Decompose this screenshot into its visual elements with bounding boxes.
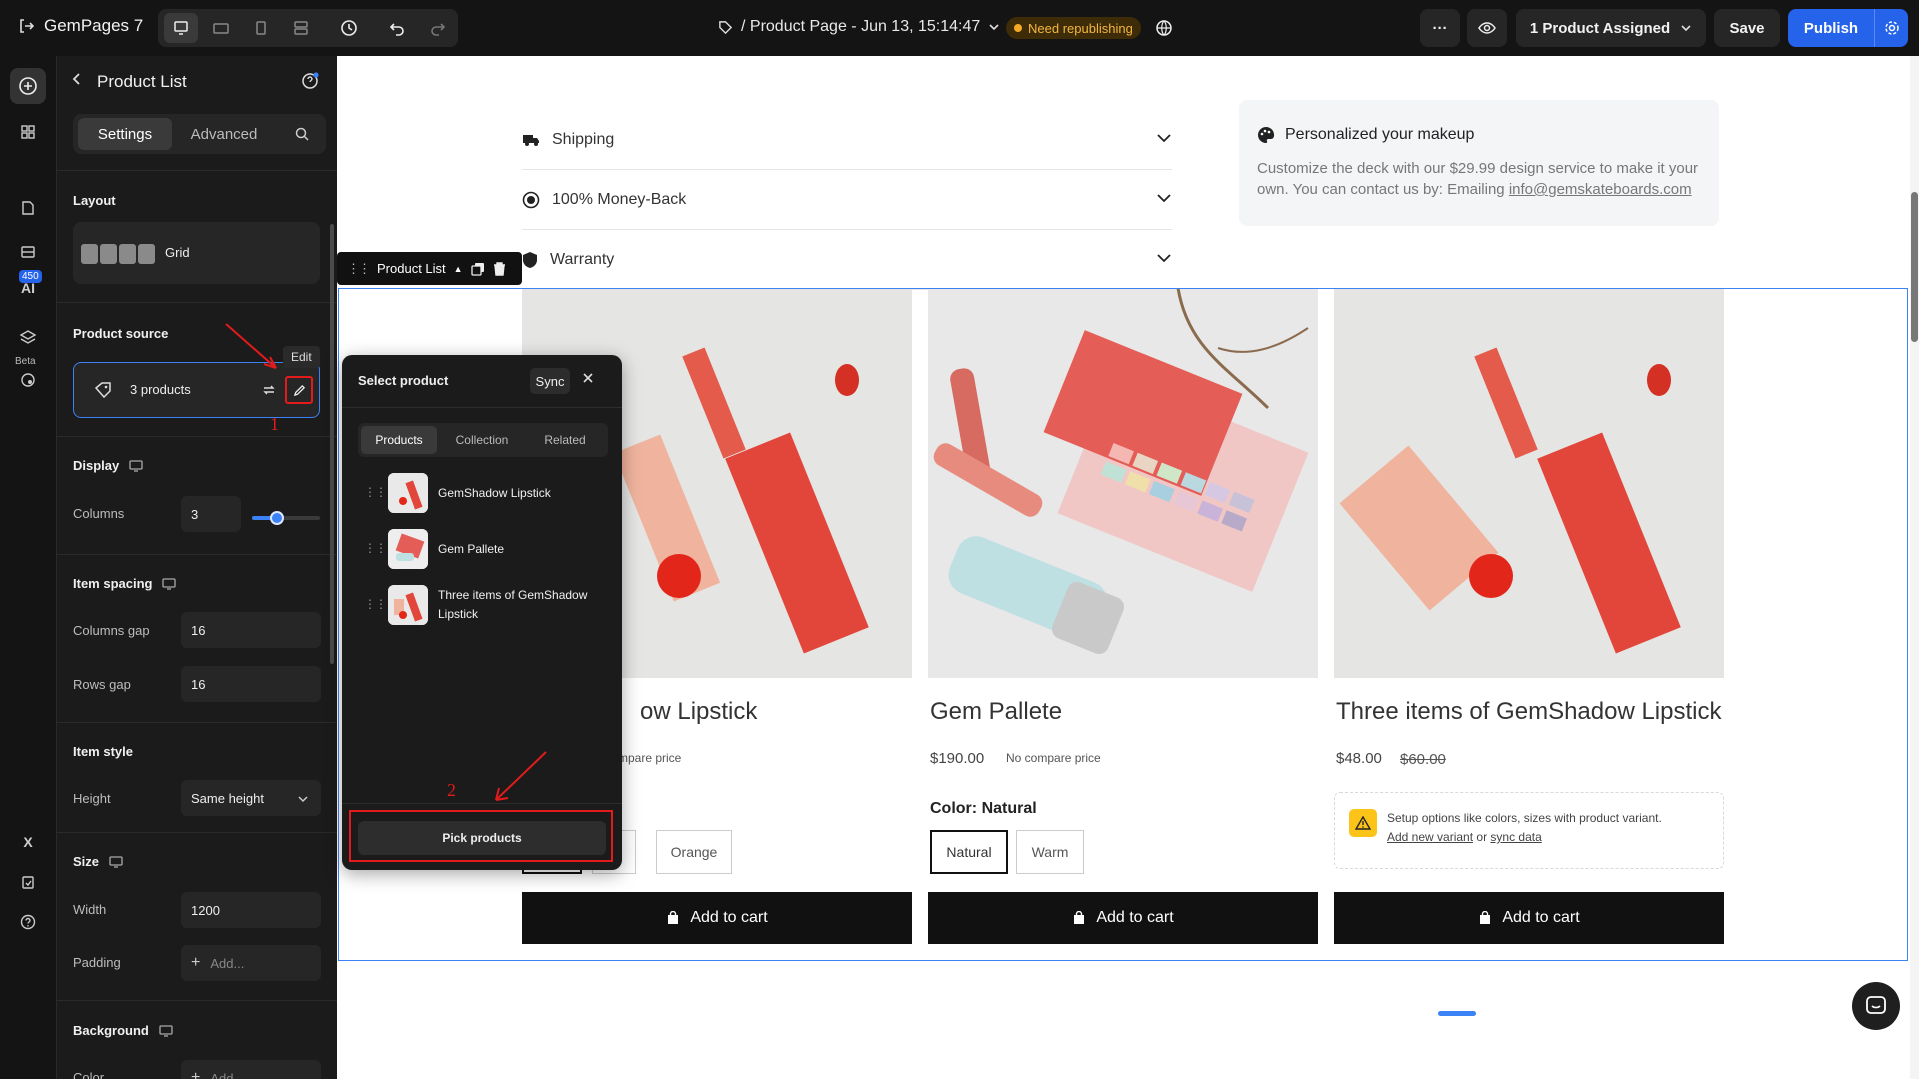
annotation-arrow-2 [495,751,547,801]
annotation-arrow-1 [225,323,277,369]
annotation-box-2 [349,810,613,862]
annotation-overlay [225,323,547,801]
chat-icon [1866,996,1886,1014]
scrollbar-thumb[interactable] [1911,192,1918,342]
chat-button[interactable] [1852,982,1900,1030]
canvas-scrollbar[interactable] [1910,56,1919,1079]
annotation-label-2: 2 [447,780,456,800]
gempages-editor: GemPages 7 / Product Page - Jun 13, 15:1… [0,0,1919,1079]
annotation-label-1: 1 [270,414,279,434]
